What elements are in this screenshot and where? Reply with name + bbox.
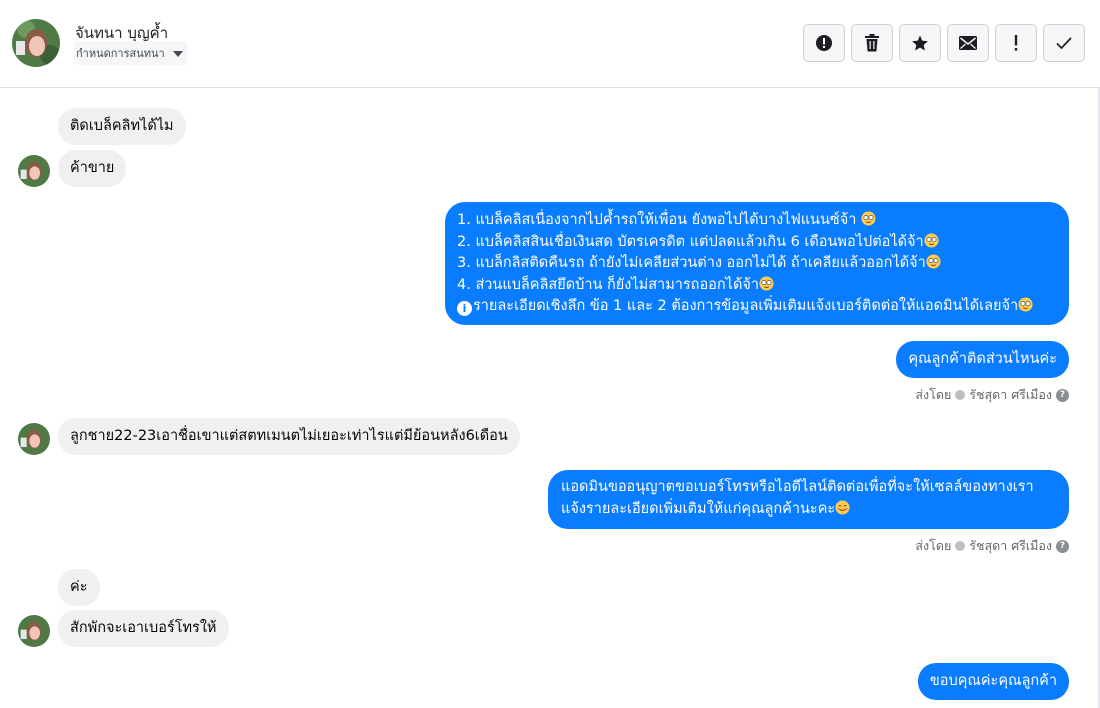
sent-by-prefix: ส่งโดย bbox=[915, 538, 952, 553]
contact-avatar-small bbox=[18, 155, 50, 187]
contact-avatar[interactable] bbox=[12, 19, 60, 67]
help-icon[interactable]: ? bbox=[1056, 539, 1069, 553]
alert-circle-icon bbox=[816, 35, 832, 51]
conversation-header: จันทนา บุญค้ำ กำหนดการสนทนา bbox=[0, 0, 1100, 88]
incoming-message: ค่ะ bbox=[58, 569, 100, 606]
smiling-face-emoji-icon bbox=[835, 499, 850, 515]
conversation-status-label: กำหนดการสนทนา bbox=[76, 47, 165, 60]
check-icon bbox=[1056, 37, 1072, 49]
contact-avatar-small bbox=[18, 615, 50, 647]
agent-status-icon bbox=[955, 390, 966, 400]
message-line: 4. ส่วนแบล็คลิสยึดบ้าน ก็ยังไม่สามารถออก… bbox=[457, 275, 1057, 297]
sent-by-info: ส่งโดย รัชสุดา ศรีเมือง ? bbox=[915, 385, 1069, 405]
nerd-face-emoji-icon bbox=[926, 254, 941, 269]
message-line: 3. แบล็กลิสติดคืนรถ ถ้ายังไม่เคลียส่วนต่… bbox=[457, 253, 1057, 275]
message-line: แจ้งรายละเอียดเพิ่มเติมให้แก่คุณลูกค้านะ… bbox=[561, 499, 1056, 521]
message-line: 1. แบล็คลิสเนื่องจากไปค้ำรถให้เพื่อน ยัง… bbox=[457, 210, 1057, 232]
trash-icon bbox=[865, 34, 879, 52]
incoming-message: ติดเบล็คลิทได้ไม bbox=[58, 108, 186, 145]
sent-by-agent: รัชสุดา ศรีเมือง bbox=[969, 538, 1052, 553]
nerd-face-emoji-icon bbox=[759, 275, 774, 291]
mark-unread-button[interactable] bbox=[947, 24, 989, 62]
nerd-face-emoji-icon bbox=[924, 232, 939, 248]
message-line: 2. แบล็คลิสสินเชื่อเงินสด บัตรเครดิต แต่… bbox=[457, 232, 1057, 254]
delete-button[interactable] bbox=[851, 24, 893, 62]
outgoing-message: ขอบคุณค่ะคุณลูกค้า bbox=[917, 663, 1069, 700]
caret-down-icon bbox=[172, 50, 183, 57]
incoming-message: สักพักจะเอาเบอร์โทรให้ bbox=[58, 610, 229, 647]
incoming-message: ลูกชาย22-23เอาชื่อเขาแต่สตทเมนตไม่เยอะเท… bbox=[58, 418, 520, 455]
outgoing-message: แอดมินขออนุญาตขอเบอร์โทรหรือไอดีไลน์ติดต… bbox=[548, 470, 1069, 529]
sent-by-agent: รัชสุดา ศรีเมือง bbox=[969, 387, 1052, 402]
message-line: i รายละเอียดเชิงลึก ข้อ 1 และ 2 ต้องการข้… bbox=[457, 296, 1057, 318]
mark-done-button[interactable] bbox=[1043, 24, 1085, 62]
outgoing-message: คุณลูกค้าติดส่วนไหนค่ะ bbox=[896, 341, 1069, 378]
nerd-face-emoji-icon bbox=[1018, 297, 1033, 312]
agent-status-icon bbox=[955, 541, 966, 551]
envelope-icon bbox=[959, 36, 977, 50]
contact-avatar-small bbox=[18, 423, 50, 455]
incoming-message: ค้าขาย bbox=[58, 150, 127, 187]
mark-important-button[interactable] bbox=[995, 24, 1037, 62]
message-line: แอดมินขออนุญาตขอเบอร์โทรหรือไอดีไลน์ติดต… bbox=[561, 479, 1034, 495]
nerd-face-emoji-icon bbox=[861, 211, 876, 226]
sent-by-info: ส่งโดย รัชสุดา ศรีเมือง ? bbox=[915, 536, 1069, 556]
info-icon: i bbox=[457, 301, 472, 316]
help-icon[interactable]: ? bbox=[1056, 388, 1069, 402]
sent-by-prefix: ส่งโดย bbox=[915, 387, 952, 402]
star-icon bbox=[912, 35, 928, 51]
outgoing-message: 1. แบล็คลิสเนื่องจากไปค้ำรถให้เพื่อน ยัง… bbox=[445, 202, 1069, 325]
exclamation-icon bbox=[1014, 35, 1018, 51]
conversation-status-dropdown[interactable]: กำหนดการสนทนา bbox=[74, 41, 187, 65]
star-button[interactable] bbox=[899, 24, 941, 62]
mark-spam-button[interactable] bbox=[803, 24, 845, 62]
